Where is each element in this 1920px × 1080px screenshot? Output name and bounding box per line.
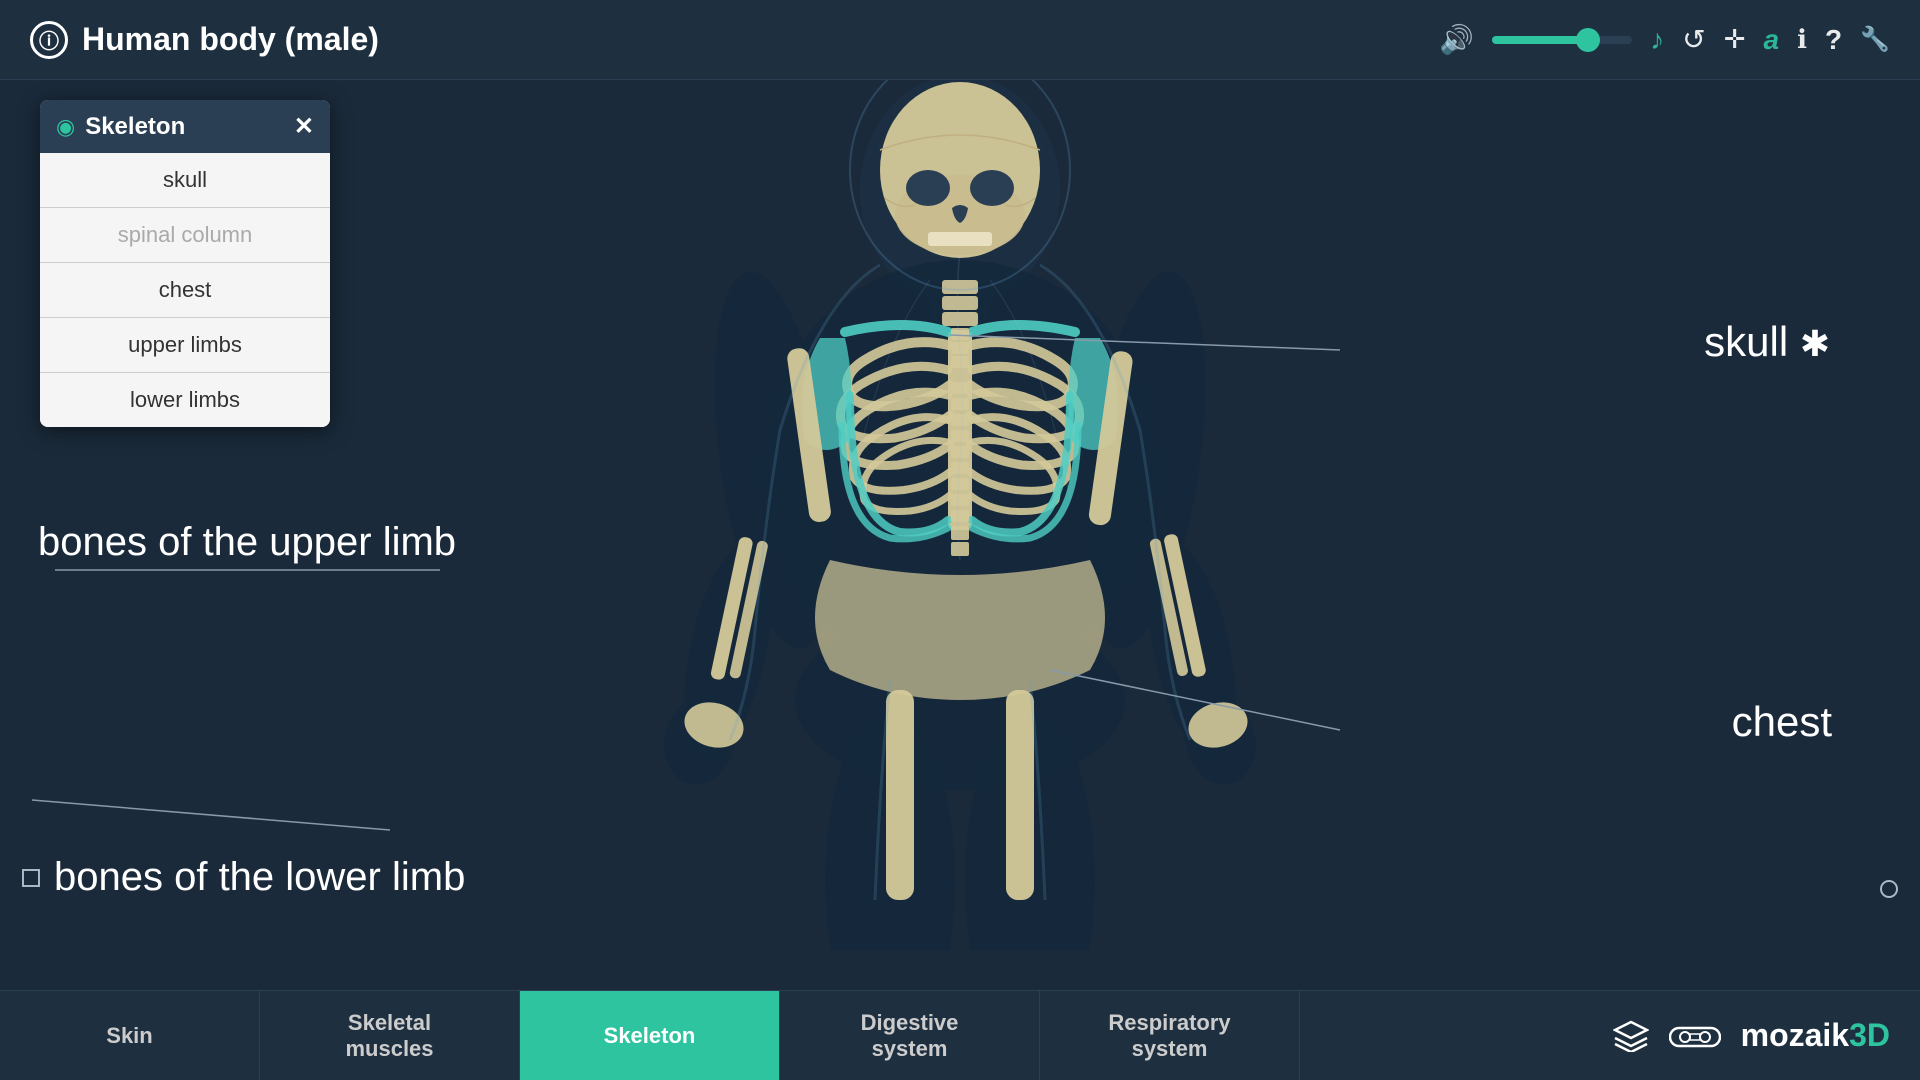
music-button[interactable]: ♪: [1650, 24, 1664, 56]
move-button[interactable]: ✛: [1724, 24, 1746, 55]
lower-limb-dot: [22, 869, 40, 887]
tab-bar: Skin Skeletalmuscles Skeleton Digestives…: [0, 990, 1920, 1080]
right-annotation-dot: [1880, 880, 1898, 898]
tab-respiratory-system[interactable]: Respiratorysystem: [1040, 991, 1300, 1080]
volume-thumb[interactable]: [1576, 28, 1600, 52]
panel-eye-icon: ◉: [56, 114, 75, 140]
tab-skeletal-muscles[interactable]: Skeletalmuscles: [260, 991, 520, 1080]
skeleton-panel: ◉ Skeleton ✕ skull spinal column chest u…: [40, 100, 330, 427]
lower-limb-annotation-area: bones of the lower limb: [22, 855, 465, 900]
panel-title: Skeleton: [85, 113, 284, 141]
panel-close-button[interactable]: ✕: [294, 112, 314, 141]
tab-skeleton[interactable]: Skeleton: [520, 991, 780, 1080]
rotate-button[interactable]: ↺: [1682, 23, 1705, 56]
tab-right-controls: mozaik3D: [1583, 991, 1920, 1080]
layers-icon: [1613, 1020, 1649, 1052]
vr-icon: [1669, 1020, 1721, 1052]
panel-item-lower-limbs[interactable]: lower limbs: [40, 373, 330, 427]
settings-button[interactable]: 🔧: [1860, 25, 1890, 54]
volume-button[interactable]: 🔊: [1439, 23, 1474, 56]
lower-limb-annotation-label: bones of the lower limb: [54, 855, 465, 900]
panel-item-chest[interactable]: chest: [40, 263, 330, 318]
panel-item-upper-limbs[interactable]: upper limbs: [40, 318, 330, 373]
info-circle-icon: ⓘ: [30, 21, 68, 59]
help-button[interactable]: ?: [1825, 24, 1842, 56]
app-header: ⓘ Human body (male) 🔊 ♪ ↺ ✛ a ℹ ? 🔧: [0, 0, 1920, 80]
body-svg: [610, 80, 1310, 950]
volume-fill: [1492, 36, 1583, 44]
app-title: Human body (male): [82, 21, 379, 58]
header-title-area: ⓘ Human body (male): [30, 21, 379, 59]
main-content: ◉ Skeleton ✕ skull spinal column chest u…: [0, 80, 1920, 990]
font-button[interactable]: a: [1764, 24, 1780, 56]
panel-item-spinal-column[interactable]: spinal column: [40, 208, 330, 263]
header-controls: 🔊 ♪ ↺ ✛ a ℹ ? 🔧: [1439, 23, 1890, 56]
mozaik3d-logo: mozaik3D: [1741, 1017, 1890, 1054]
volume-slider[interactable]: [1492, 36, 1632, 44]
panel-header: ◉ Skeleton ✕: [40, 100, 330, 153]
layers-button[interactable]: [1613, 1020, 1649, 1052]
panel-item-skull[interactable]: skull: [40, 153, 330, 208]
info-button[interactable]: ℹ: [1797, 24, 1807, 55]
tab-digestive-system[interactable]: Digestivesystem: [780, 991, 1040, 1080]
vr-button[interactable]: [1669, 1020, 1721, 1052]
tab-skin[interactable]: Skin: [0, 991, 260, 1080]
